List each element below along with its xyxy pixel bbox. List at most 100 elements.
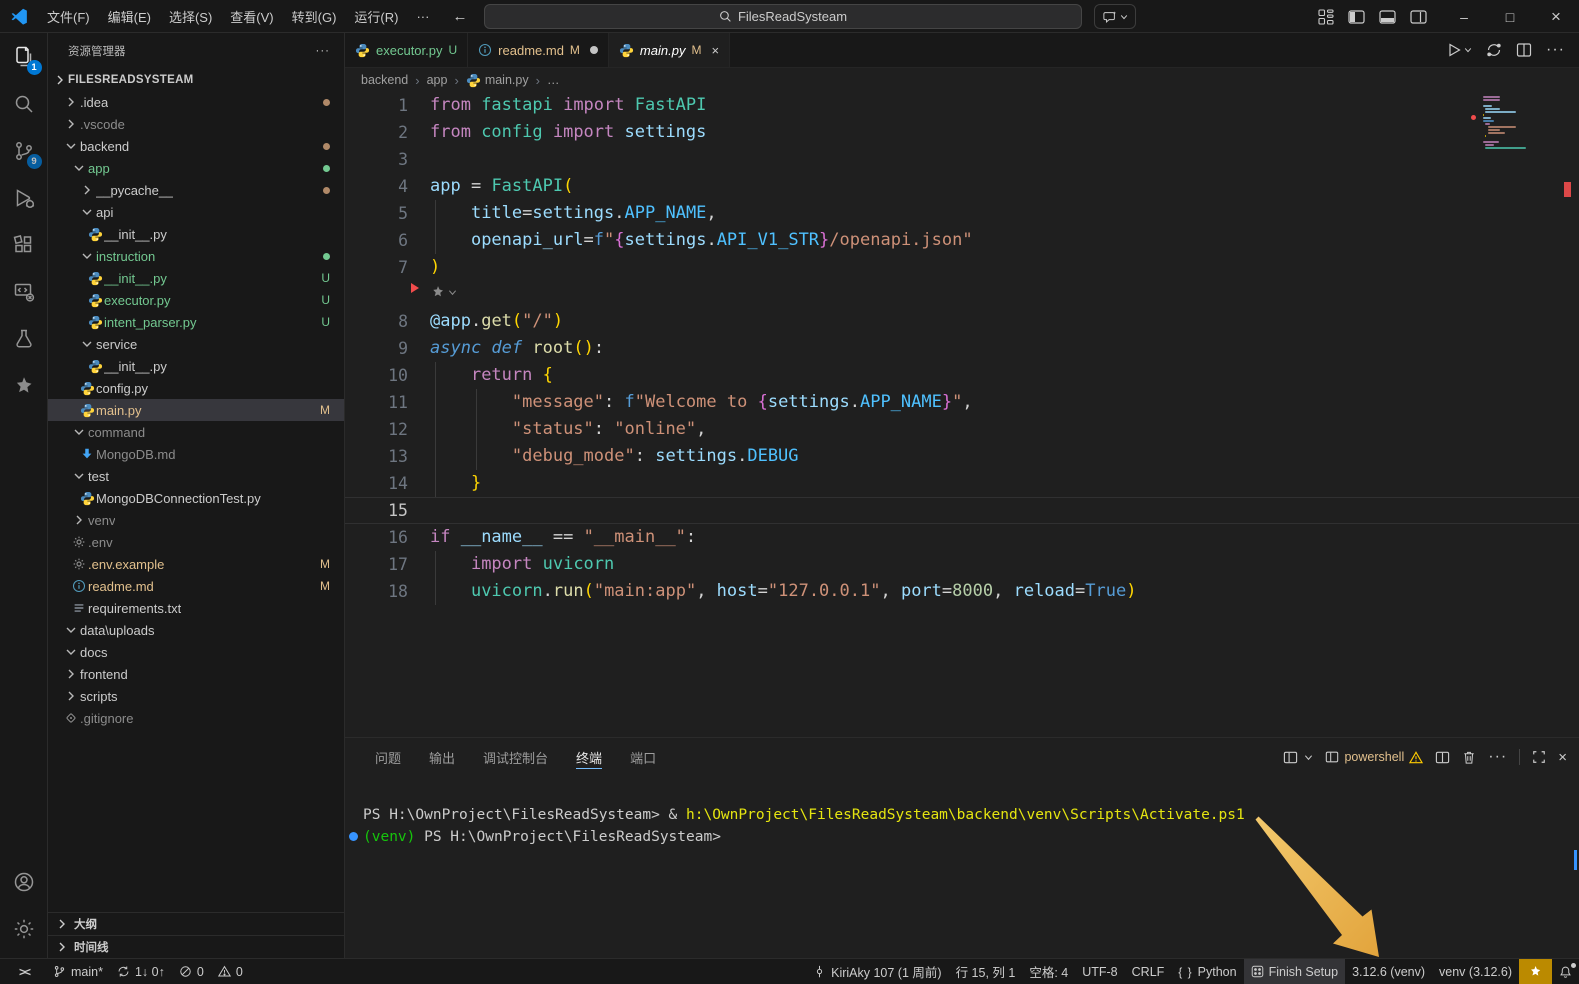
search-view-icon[interactable] [0, 80, 48, 127]
tab-main-py[interactable]: main.pyM× [609, 33, 730, 67]
breadcrumb[interactable]: backend›app›main.py›… [345, 68, 1579, 92]
terminal-tab-powershell[interactable]: powershell [1325, 750, 1423, 764]
explorer-more-actions[interactable]: ··· [316, 45, 331, 57]
menu-item-0[interactable]: 文件(F) [38, 0, 99, 32]
breadcrumb-item-2[interactable]: main.py [466, 73, 529, 88]
copilot-inline-icon[interactable] [430, 284, 457, 300]
tree-item-main.py[interactable]: main.pyM [48, 399, 344, 421]
workspace-root-row[interactable]: FILESREADSYSTEAM [48, 68, 344, 91]
code-line-2[interactable]: 2from config import settings [345, 119, 1579, 146]
status-1-0-[interactable]: 1↓ 0↑ [110, 959, 172, 984]
code-line-6[interactable]: 6 openapi_url=f"{settings.API_V1_STR}/op… [345, 227, 1579, 254]
status-Python[interactable]: { }Python [1171, 959, 1243, 984]
tree-item-instruction[interactable]: instruction [48, 245, 344, 267]
customize-layout-icon[interactable] [1318, 9, 1334, 25]
tree-item-app[interactable]: app [48, 157, 344, 179]
kill-terminal-trash-icon[interactable] [1462, 750, 1476, 765]
code-line-5[interactable]: 5 title=settings.APP_NAME, [345, 200, 1579, 227]
close-panel-icon[interactable]: × [1558, 749, 1567, 766]
menu-item-1[interactable]: 编辑(E) [99, 0, 160, 32]
testing-icon[interactable] [0, 315, 48, 362]
panel-tab-端口[interactable]: 端口 [630, 738, 656, 776]
settings-gear-icon[interactable] [0, 905, 48, 952]
tree-item-test[interactable]: test [48, 465, 344, 487]
code-line-1[interactable]: 1from fastapi import FastAPI [345, 92, 1579, 119]
status-0[interactable]: 0 [211, 959, 250, 984]
maximize-button[interactable]: □ [1487, 0, 1533, 33]
tree-item-config.py[interactable]: config.py [48, 377, 344, 399]
tree-item-service[interactable]: service [48, 333, 344, 355]
panel-tab-问题[interactable]: 问题 [375, 738, 401, 776]
tree-item-command[interactable]: command [48, 421, 344, 443]
tree-item-frontend[interactable]: frontend [48, 663, 344, 685]
menu-item-4[interactable]: 转到(G) [283, 0, 346, 32]
tree-item-scripts[interactable]: scripts [48, 685, 344, 707]
menu-item-3[interactable]: 查看(V) [221, 0, 282, 32]
toggle-sidebar-icon[interactable] [1348, 9, 1365, 25]
code-line-13[interactable]: 13 "debug_mode": settings.DEBUG [345, 443, 1579, 470]
tree-item-MongoDB.md[interactable]: MongoDB.md [48, 443, 344, 465]
code-line-11[interactable]: 11 "message": f"Welcome to {settings.APP… [345, 389, 1579, 416]
code-line-7[interactable]: 7) [345, 254, 1579, 281]
tree-item-docs[interactable]: docs [48, 641, 344, 663]
tree-item-MongoDBConnectionTest.py[interactable]: MongoDBConnectionTest.py [48, 487, 344, 509]
terminal-scrollbar[interactable] [1574, 850, 1577, 870]
code-line-14[interactable]: 14 } [345, 470, 1579, 497]
code-editor[interactable]: 1from fastapi import FastAPI2from config… [345, 92, 1579, 737]
outline-section[interactable]: 大纲 [48, 912, 344, 935]
code-line-16[interactable]: 16if __name__ == "__main__": [345, 524, 1579, 551]
tab-close-icon[interactable]: × [711, 43, 719, 58]
command-center-search[interactable]: FilesReadSysteam [484, 4, 1082, 29]
editor-more-actions[interactable]: ··· [1546, 41, 1565, 59]
copilot-pinwheel-icon[interactable] [0, 362, 48, 409]
status-3-12-6-venv-[interactable]: 3.12.6 (venv) [1345, 959, 1432, 984]
tab-readme-md[interactable]: readme.mdM [468, 33, 609, 67]
account-icon[interactable] [0, 858, 48, 905]
code-line-10[interactable]: 10 return { [345, 362, 1579, 389]
toggle-secondary-sidebar-icon[interactable] [1410, 9, 1427, 25]
code-line-8[interactable]: 8@app.get("/") [345, 308, 1579, 335]
status-KiriAky-107-1-周前-[interactable]: KiriAky 107 (1 周前) [806, 959, 948, 984]
run-debug-icon[interactable] [0, 174, 48, 221]
tree-item-.env.example[interactable]: .env.exampleM [48, 553, 344, 575]
tab-executor-py[interactable]: executor.pyU [345, 33, 468, 67]
code-line-4[interactable]: 4app = FastAPI( [345, 173, 1579, 200]
copilot-chat-button[interactable] [1094, 4, 1136, 29]
maximize-panel-icon[interactable] [1532, 750, 1546, 764]
remote-explorer-icon[interactable] [0, 268, 48, 315]
status-remote[interactable]: >< [0, 959, 46, 984]
tree-item-intent_parser.py[interactable]: intent_parser.pyU [48, 311, 344, 333]
back-button[interactable]: ← [452, 8, 467, 25]
tree-item-.idea[interactable]: .idea [48, 91, 344, 113]
status-pinwheel[interactable] [1519, 959, 1552, 984]
status-空格-4[interactable]: 空格: 4 [1022, 959, 1075, 984]
code-line-3[interactable]: 3 [345, 146, 1579, 173]
code-line-9[interactable]: 9async def root(): [345, 335, 1579, 362]
tree-item-backend[interactable]: backend [48, 135, 344, 157]
tree-item-api[interactable]: api [48, 201, 344, 223]
breadcrumb-item-0[interactable]: backend [361, 73, 408, 87]
tree-item-.vscode[interactable]: .vscode [48, 113, 344, 135]
minimize-button[interactable]: – [1441, 0, 1487, 33]
terminal-profile-chevron-icon[interactable] [1304, 753, 1313, 762]
status-0[interactable]: 0 [172, 959, 211, 984]
code-line-15[interactable]: 15 [345, 497, 1579, 524]
run-python-button[interactable] [1446, 42, 1472, 58]
status-行-15-列-1[interactable]: 行 15, 列 1 [949, 959, 1023, 984]
status-venv-3-12-6-[interactable]: venv (3.12.6) [1432, 959, 1519, 984]
tree-item-__init__.py[interactable]: __init__.pyU [48, 267, 344, 289]
panel-tab-输出[interactable]: 输出 [429, 738, 455, 776]
menu-item-6[interactable]: ··· [407, 0, 438, 32]
tree-item-__init__.py[interactable]: __init__.py [48, 355, 344, 377]
terminal-more-actions[interactable]: ··· [1488, 748, 1507, 766]
tree-item-data-uploads[interactable]: data\uploads [48, 619, 344, 641]
source-control-icon[interactable]: 9 [0, 127, 48, 174]
dirty-dot-icon[interactable] [590, 46, 598, 54]
code-line-17[interactable]: 17 import uvicorn [345, 551, 1579, 578]
explorer-icon[interactable]: 1 [0, 33, 48, 80]
tree-item-.gitignore[interactable]: .gitignore [48, 707, 344, 729]
menu-item-2[interactable]: 选择(S) [160, 0, 221, 32]
close-button[interactable]: × [1533, 0, 1579, 33]
tree-item-readme.md[interactable]: readme.mdM [48, 575, 344, 597]
code-line-18[interactable]: 18 uvicorn.run("main:app", host="127.0.0… [345, 578, 1579, 605]
